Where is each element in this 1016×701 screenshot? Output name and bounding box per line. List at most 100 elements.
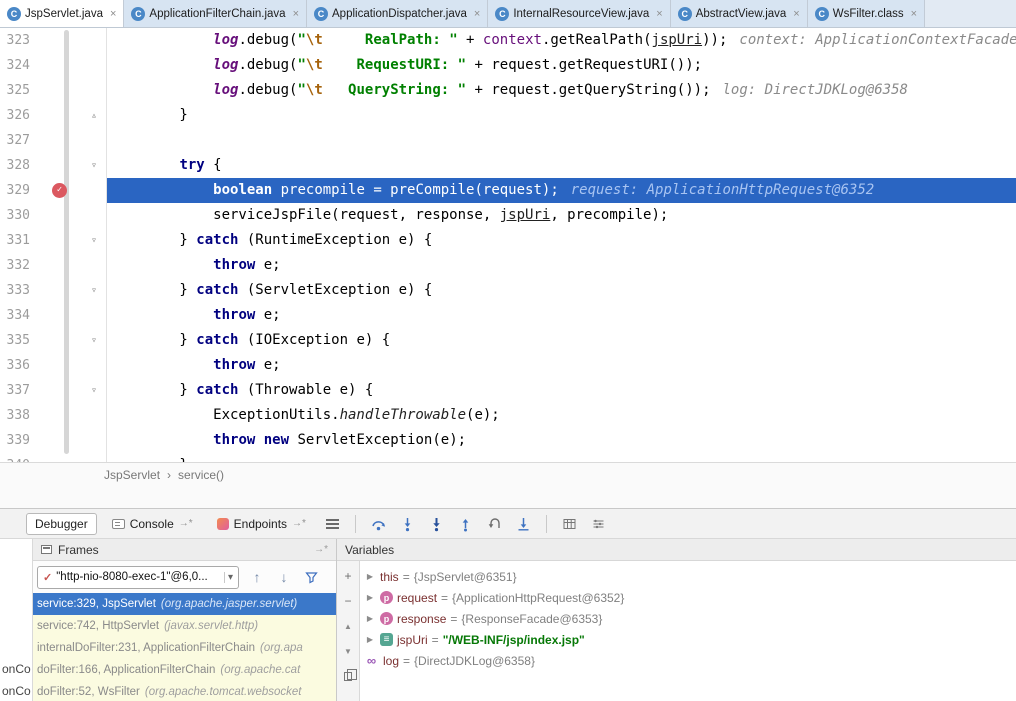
line-number[interactable]: 334 [0,303,34,328]
move-up-icon[interactable]: ▲ [340,619,356,633]
code-area[interactable]: } [106,453,1016,462]
debug-tab-console[interactable]: Console→* [103,513,202,535]
step-into-icon[interactable] [396,512,419,535]
code-area[interactable]: } [106,103,1016,128]
code-area[interactable]: } catch (IOException e) { [106,328,1016,353]
expand-chevron-icon[interactable]: ▶ [364,572,376,581]
line-number[interactable]: 336 [0,353,34,378]
editor-tab[interactable]: CJspServlet.java× [0,0,124,27]
frame-row[interactable]: service:742, HttpServlet(javax.servlet.h… [33,615,336,637]
code-token: } [112,282,196,298]
line-number[interactable]: 333 [0,278,34,303]
line-number[interactable]: 332 [0,253,34,278]
close-icon[interactable]: × [793,8,799,20]
code-area[interactable] [106,128,1016,153]
line-number[interactable]: 330 [0,203,34,228]
menu-icon[interactable] [321,512,344,535]
code-area[interactable]: throw new ServletException(e); [106,428,1016,453]
code-area[interactable]: boolean precompile = preCompile(request)… [106,178,1016,203]
step-over-icon[interactable] [367,512,390,535]
line-number[interactable]: 325 [0,78,34,103]
code-area[interactable]: log.debug("\t RealPath: " + context.getR… [106,28,1016,53]
line-number[interactable]: 337 [0,378,34,403]
code-area[interactable]: log.debug("\t RequestURI: " + request.ge… [106,53,1016,78]
line-number[interactable]: 331 [0,228,34,253]
close-icon[interactable]: × [474,8,480,20]
frame-row[interactable]: doFilter:52, WsFilter(org.apache.tomcat.… [33,681,336,701]
layout-lines-icon[interactable] [587,512,610,535]
thread-selector[interactable]: ✓ "http-nio-8080-exec-1"@6,0... ▾ [37,566,239,589]
frame-row[interactable]: service:329, JspServlet(org.apache.jaspe… [33,593,336,615]
tab-label: AbstractView.java [696,8,787,20]
close-icon[interactable]: × [911,8,917,20]
table-view-icon[interactable] [558,512,581,535]
line-number[interactable]: 339 [0,428,34,453]
fold-marker-icon[interactable]: ▿ [82,378,106,403]
code-area[interactable]: serviceJspFile(request, response, jspUri… [106,203,1016,228]
chevron-down-icon[interactable]: ▾ [224,572,236,583]
left-strip: onCoonCo [0,539,33,701]
breadcrumb-item[interactable]: service() [178,468,224,482]
fold-marker-icon[interactable]: ▿ [82,328,106,353]
remove-icon[interactable]: − [340,594,356,608]
code-area[interactable]: try { [106,153,1016,178]
run-to-cursor-icon[interactable] [512,512,535,535]
expand-chevron-icon[interactable]: ▶ [364,635,376,644]
fold-marker-icon[interactable]: ▿ [82,278,106,303]
editor-tab[interactable]: CWsFilter.class× [808,0,925,27]
editor-tab[interactable]: CInternalResourceView.java× [488,0,670,27]
code-area[interactable]: throw e; [106,303,1016,328]
close-icon[interactable]: × [110,8,116,20]
code-area[interactable]: ExceptionUtils.handleThrowable(e); [106,403,1016,428]
editor-tab[interactable]: CAbstractView.java× [671,0,808,27]
line-number[interactable]: 327 [0,128,34,153]
duplicate-icon[interactable] [340,669,356,683]
code-area[interactable]: throw e; [106,253,1016,278]
close-icon[interactable]: × [656,8,662,20]
line-number[interactable]: 326 [0,103,34,128]
debug-tab-endpoints[interactable]: Endpoints→* [208,513,315,535]
variable-row[interactable]: ▶≡jspUri = "/WEB-INF/jsp/index.jsp" [360,629,1016,650]
editor-tab[interactable]: CApplicationDispatcher.java× [307,0,488,27]
line-number[interactable]: 338 [0,403,34,428]
line-number[interactable]: 324 [0,53,34,78]
force-step-into-icon[interactable] [425,512,448,535]
breadcrumb-item[interactable]: JspServlet [104,468,160,482]
variable-row[interactable]: ▶prequest = {ApplicationHttpRequest@6352… [360,587,1016,608]
line-number[interactable]: 328 [0,153,34,178]
code-area[interactable]: log.debug("\t QueryString: " + request.g… [106,78,1016,103]
frame-package: (org.apache.jasper.servlet) [161,598,297,610]
fold-marker-icon[interactable]: ▿ [82,153,106,178]
next-frame-button[interactable]: ↓ [275,567,293,587]
add-icon[interactable]: + [340,569,356,583]
frame-location: internalDoFilter:231, ApplicationFilterC… [37,642,255,654]
variable-row[interactable]: ∞log = {DirectJDKLog@6358} [360,650,1016,671]
fold-marker-icon[interactable]: ▿ [82,228,106,253]
line-number[interactable]: 335 [0,328,34,353]
expand-chevron-icon[interactable]: ▶ [364,593,376,602]
close-icon[interactable]: × [293,8,299,20]
code-editor[interactable]: 323 log.debug("\t RealPath: " + context.… [0,28,1016,462]
previous-frame-button[interactable]: ↑ [248,567,266,587]
code-area[interactable]: } catch (Throwable e) { [106,378,1016,403]
frame-row[interactable]: internalDoFilter:231, ApplicationFilterC… [33,637,336,659]
equals-sign: = [403,654,410,668]
expand-chevron-icon[interactable]: ▶ [364,614,376,623]
line-number[interactable]: 329 [0,178,34,203]
line-number[interactable]: 323 [0,28,34,53]
line-number[interactable]: 340 [0,453,34,462]
code-area[interactable]: throw e; [106,353,1016,378]
frame-row[interactable]: doFilter:166, ApplicationFilterChain(org… [33,659,336,681]
debug-tab-debugger[interactable]: Debugger [26,513,97,535]
variable-row[interactable]: ▶presponse = {ResponseFacade@6353} [360,608,1016,629]
variable-row[interactable]: ▶this = {JspServlet@6351} [360,566,1016,587]
editor-tab[interactable]: CApplicationFilterChain.java× [124,0,307,27]
code-area[interactable]: } catch (RuntimeException e) { [106,228,1016,253]
step-out-icon[interactable] [454,512,477,535]
move-down-icon[interactable]: ▼ [340,644,356,658]
hide-library-frames-button[interactable] [302,567,320,587]
fold-marker-icon[interactable]: ▵ [82,103,106,128]
code-area[interactable]: } catch (ServletException e) { [106,278,1016,303]
breakpoint-icon[interactable]: ✓ [52,183,67,198]
drop-frame-icon[interactable] [483,512,506,535]
